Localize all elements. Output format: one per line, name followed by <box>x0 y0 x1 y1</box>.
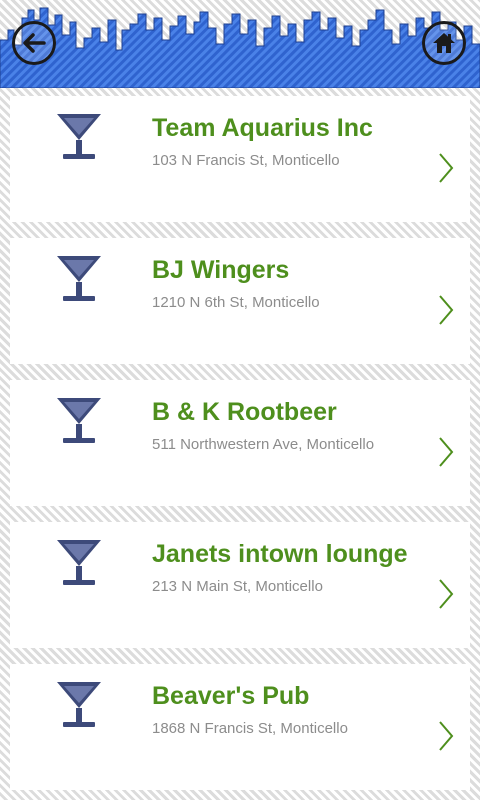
venue-name: Janets intown lounge <box>152 540 408 568</box>
cocktail-glass-icon <box>57 398 101 443</box>
home-button[interactable] <box>422 21 466 65</box>
chevron-right-icon <box>439 153 454 183</box>
venue-name: Beaver's Pub <box>152 682 310 710</box>
chevron-right-icon <box>439 579 454 609</box>
chevron-right-icon <box>439 295 454 325</box>
cocktail-glass-icon <box>57 540 101 585</box>
venue-address: 511 Northwestern Ave, Monticello <box>152 436 375 453</box>
cocktail-glass-icon <box>57 114 101 159</box>
venue-address: 103 N Francis St, Monticello <box>152 152 340 169</box>
venue-card[interactable]: BJ Wingers 1210 N 6th St, Monticello <box>10 238 470 364</box>
venue-name: B & K Rootbeer <box>152 398 337 426</box>
venue-address: 1868 N Francis St, Monticello <box>152 720 348 737</box>
chevron-right-icon <box>439 721 454 751</box>
venue-card[interactable]: Team Aquarius Inc 103 N Francis St, Mont… <box>10 96 470 222</box>
city-skyline-banner <box>0 7 480 88</box>
back-button[interactable] <box>12 21 56 65</box>
venue-address: 1210 N 6th St, Monticello <box>152 294 320 311</box>
home-icon <box>433 33 455 53</box>
venue-card[interactable]: Janets intown lounge 213 N Main St, Mont… <box>10 522 470 648</box>
venue-name: BJ Wingers <box>152 256 290 284</box>
venue-card[interactable]: B & K Rootbeer 511 Northwestern Ave, Mon… <box>10 380 470 506</box>
cocktail-glass-icon <box>57 256 101 301</box>
cocktail-glass-icon <box>57 682 101 727</box>
chevron-right-icon <box>439 437 454 467</box>
back-arrow-icon <box>23 33 46 53</box>
venue-card[interactable]: Beaver's Pub 1868 N Francis St, Monticel… <box>10 664 470 790</box>
venue-name: Team Aquarius Inc <box>152 114 373 142</box>
app-header <box>0 0 480 88</box>
venue-address: 213 N Main St, Monticello <box>152 578 323 595</box>
